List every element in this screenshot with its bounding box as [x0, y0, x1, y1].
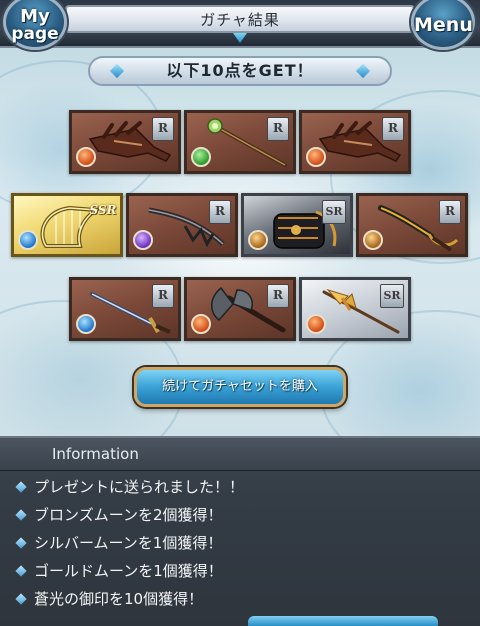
- rarity-badge: R: [152, 117, 174, 141]
- water-element-icon: [76, 314, 96, 334]
- mypage-button[interactable]: My page: [3, 0, 67, 50]
- rarity-badge: SSR: [89, 203, 117, 217]
- item-card[interactable]: R: [126, 193, 238, 257]
- header-bar: ガチャ結果: [0, 0, 480, 48]
- information-heading: Information: [52, 445, 139, 463]
- item-card[interactable]: SR: [299, 277, 411, 341]
- information-line: 蒼光の御印を10個獲得！: [0, 586, 480, 614]
- information-line-text: ゴールドムーンを1個獲得！: [34, 562, 223, 580]
- wind-element-icon: [191, 147, 211, 167]
- information-list: プレゼントに送られました！！ ブロンズムーンを2個獲得！ シルバームーンを1個獲…: [0, 474, 480, 614]
- rarity-badge: R: [267, 117, 289, 141]
- diamond-bullet-icon: [15, 565, 27, 577]
- title-gem-icon: [233, 33, 247, 43]
- fire-element-icon: [306, 147, 326, 167]
- information-line-text: シルバームーンを1個獲得！: [34, 534, 223, 552]
- item-card[interactable]: R: [356, 193, 468, 257]
- information-line-text: ブロンズムーンを2個獲得！: [34, 506, 223, 524]
- result-banner: 以下10点をGET！: [88, 56, 392, 86]
- rarity-badge: SR: [380, 284, 404, 308]
- information-line-text: プレゼントに送られました！！: [34, 478, 245, 496]
- rarity-badge: R: [209, 200, 231, 224]
- result-banner-text: 以下10点をGET！: [166, 61, 314, 80]
- rarity-badge: SR: [322, 200, 346, 224]
- item-card[interactable]: R: [184, 110, 296, 174]
- information-line: ゴールドムーンを1個獲得！: [0, 558, 480, 586]
- item-card[interactable]: R: [69, 277, 181, 341]
- bottom-button-edge[interactable]: [248, 616, 438, 626]
- information-line: ブロンズムーンを2個獲得！: [0, 502, 480, 530]
- item-card[interactable]: R: [184, 277, 296, 341]
- information-panel: Information プレゼントに送られました！！ ブロンズムーンを2個獲得！…: [0, 436, 480, 626]
- information-line: プレゼントに送られました！！: [0, 474, 480, 502]
- fire-element-icon: [76, 147, 96, 167]
- information-header: Information: [0, 438, 480, 471]
- fire-element-icon: [306, 314, 326, 334]
- fire-element-icon: [191, 314, 211, 334]
- item-card[interactable]: R: [69, 110, 181, 174]
- item-card[interactable]: R: [299, 110, 411, 174]
- earth-element-icon: [363, 230, 383, 250]
- item-card[interactable]: SSR: [11, 193, 123, 257]
- page-title: ガチャ結果: [200, 11, 280, 29]
- menu-label: Menu: [414, 14, 473, 36]
- diamond-bullet-icon: [15, 593, 27, 605]
- buy-gacha-set-again-label: 続けてガチャセットを購入: [162, 379, 318, 394]
- information-line: シルバームーンを1個獲得！: [0, 530, 480, 558]
- diamond-bullet-icon: [15, 481, 27, 493]
- item-card[interactable]: SR: [241, 193, 353, 257]
- title-plate: ガチャ結果: [65, 5, 415, 33]
- water-element-icon: [18, 230, 38, 250]
- rarity-badge: R: [382, 117, 404, 141]
- mypage-label-line2: page: [11, 24, 59, 44]
- rarity-badge: R: [152, 284, 174, 308]
- dark-element-icon: [133, 230, 153, 250]
- diamond-bullet-icon: [15, 537, 27, 549]
- rarity-badge: R: [267, 284, 289, 308]
- diamond-bullet-icon: [15, 509, 27, 521]
- earth-element-icon: [248, 230, 268, 250]
- buy-gacha-set-again-button[interactable]: 続けてガチャセットを購入: [134, 367, 346, 407]
- rarity-badge: R: [439, 200, 461, 224]
- information-line-text: 蒼光の御印を10個獲得！: [34, 590, 204, 608]
